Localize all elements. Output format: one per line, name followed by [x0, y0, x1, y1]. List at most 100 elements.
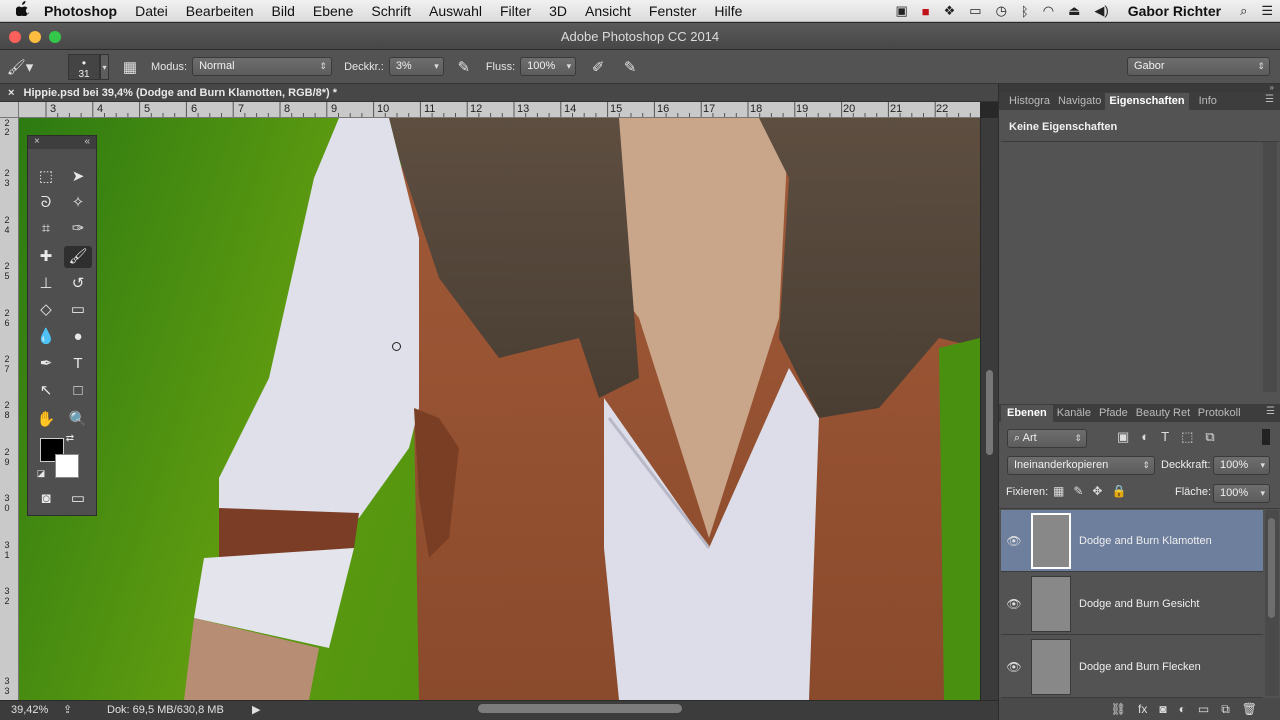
- scrollbar-thumb[interactable]: [986, 370, 993, 455]
- visibility-eye-icon[interactable]: 👁: [1001, 660, 1027, 674]
- wifi-icon[interactable]: ◠: [1036, 3, 1061, 19]
- healing-brush-tool-icon[interactable]: ✚: [32, 246, 60, 268]
- vertical-ruler[interactable]: 2 2 2 3 2 4 2 5 2 6 2 7 2 8 2 9 3 0 3 1 …: [0, 118, 19, 700]
- close-document-icon[interactable]: ×: [8, 87, 14, 99]
- marquee-tool-icon[interactable]: ⬚: [32, 166, 60, 188]
- quick-mask-icon[interactable]: ◙: [32, 488, 60, 510]
- lock-position-icon[interactable]: ✥: [1092, 484, 1102, 498]
- eject-icon[interactable]: ⏏: [1061, 3, 1087, 19]
- layer-row[interactable]: 👁 Dodge and Burn Klamotten: [1001, 510, 1263, 572]
- quick-selection-tool-icon[interactable]: ✧: [64, 192, 92, 214]
- menu-schrift[interactable]: Schrift: [362, 3, 420, 19]
- filter-shape-icon[interactable]: ⬚: [1181, 429, 1193, 445]
- airplay-icon[interactable]: ▭: [962, 3, 988, 19]
- panel-menu-icon[interactable]: ☰: [1265, 94, 1274, 105]
- lock-all-icon[interactable]: 🔒: [1111, 484, 1126, 498]
- tab-paths[interactable]: Pfade: [1095, 405, 1132, 422]
- path-selection-tool-icon[interactable]: ↖: [32, 380, 60, 402]
- airbrush-icon[interactable]: ✐: [582, 58, 614, 76]
- share-icon[interactable]: ⇪: [63, 701, 72, 719]
- link-layers-icon[interactable]: ⛓: [1111, 702, 1126, 716]
- tab-layers[interactable]: Ebenen: [1001, 405, 1053, 422]
- dodge-tool-icon[interactable]: ●: [64, 326, 92, 348]
- new-adjustment-layer-icon[interactable]: ◐: [1179, 702, 1186, 716]
- dock-collapse-icon[interactable]: »: [999, 84, 1280, 92]
- document-canvas[interactable]: [19, 118, 980, 700]
- eraser-tool-icon[interactable]: ◇: [32, 299, 60, 321]
- screen-icon[interactable]: ▣: [888, 3, 914, 19]
- mode-select[interactable]: Normal ⇕: [192, 57, 333, 76]
- type-tool-icon[interactable]: T: [64, 353, 92, 375]
- gradient-tool-icon[interactable]: ▭: [64, 299, 92, 321]
- spotlight-search-icon[interactable]: ⌕: [1233, 3, 1254, 19]
- menu-bild[interactable]: Bild: [263, 3, 304, 19]
- crop-tool-icon[interactable]: ⌗: [32, 218, 60, 240]
- brush-panel-icon[interactable]: ▦: [115, 58, 145, 76]
- canvas-horizontal-scrollbar-thumb[interactable]: [478, 704, 682, 713]
- brush-size-dropdown[interactable]: ▾: [100, 53, 109, 80]
- zoom-tool-icon[interactable]: 🔍: [64, 409, 92, 431]
- pen-tool-icon[interactable]: ✒: [32, 353, 60, 375]
- filter-toggle[interactable]: [1262, 429, 1270, 445]
- filter-smartobject-icon[interactable]: ⧉: [1205, 429, 1214, 445]
- layer-style-icon[interactable]: fx: [1138, 702, 1147, 716]
- layer-filter-select[interactable]: ⌕ Art ⇕: [1007, 429, 1087, 448]
- lasso-tool-icon[interactable]: ᘐ: [32, 192, 60, 214]
- layer-row[interactable]: 👁 Dodge and Burn Gesicht: [1001, 573, 1263, 635]
- tab-beauty-retouch[interactable]: Beauty Ret: [1132, 405, 1194, 422]
- history-brush-tool-icon[interactable]: ↺: [64, 273, 92, 295]
- tab-channels[interactable]: Kanäle: [1053, 405, 1095, 422]
- zoom-window-button[interactable]: [49, 31, 61, 43]
- new-group-icon[interactable]: ▭: [1198, 702, 1209, 716]
- menu-auswahl[interactable]: Auswahl: [420, 3, 491, 19]
- tab-properties[interactable]: Eigenschaften: [1105, 93, 1189, 110]
- layer-name[interactable]: Dodge and Burn Klamotten: [1079, 535, 1212, 547]
- hand-tool-icon[interactable]: ✋: [32, 409, 60, 431]
- clone-stamp-tool-icon[interactable]: ⊥: [32, 273, 60, 295]
- brush-size-picker[interactable]: • 31: [68, 53, 100, 80]
- status-menu-arrow-icon[interactable]: ▶: [252, 701, 260, 719]
- flow-input[interactable]: 100% ▾: [520, 57, 577, 76]
- layers-scrollbar[interactable]: [1265, 510, 1279, 696]
- layers-panel-menu-icon[interactable]: ☰: [1266, 406, 1275, 417]
- layer-name[interactable]: Dodge and Burn Gesicht: [1079, 598, 1199, 610]
- screen-mode-icon[interactable]: ▭: [64, 488, 92, 510]
- properties-scrollbar[interactable]: [1263, 142, 1277, 392]
- ruler-corner[interactable]: [0, 102, 19, 118]
- brush-tool-icon[interactable]: 🖌: [64, 246, 92, 268]
- notification-list-icon[interactable]: ☰: [1254, 3, 1280, 19]
- dropbox-icon[interactable]: ❖: [937, 3, 963, 19]
- workspace-select[interactable]: Gabor ⇕: [1127, 57, 1270, 76]
- opacity-input[interactable]: 3% ▾: [388, 57, 444, 76]
- blend-mode-select[interactable]: Ineinanderkopieren ⇕: [1007, 456, 1155, 475]
- close-window-button[interactable]: [9, 31, 21, 43]
- user-name[interactable]: Gabor Richter: [1116, 3, 1233, 19]
- zoom-level[interactable]: 39,42%: [11, 701, 48, 719]
- delete-layer-icon[interactable]: 🗑: [1242, 702, 1257, 716]
- new-layer-icon[interactable]: ⧉: [1221, 702, 1230, 717]
- fill-input[interactable]: 100% ▾: [1213, 484, 1270, 503]
- menu-bearbeiten[interactable]: Bearbeiten: [177, 3, 263, 19]
- pressure-opacity-icon[interactable]: ✎: [448, 58, 480, 76]
- visibility-eye-icon[interactable]: 👁: [1001, 597, 1027, 611]
- menu-fenster[interactable]: Fenster: [640, 3, 705, 19]
- pressure-size-icon[interactable]: ✎: [614, 58, 646, 76]
- menu-3d[interactable]: 3D: [540, 3, 576, 19]
- default-colors-icon[interactable]: ◪: [34, 466, 48, 480]
- lock-transparency-icon[interactable]: ▦: [1053, 484, 1064, 498]
- canvas-vertical-scrollbar[interactable]: [981, 118, 998, 700]
- collapse-tools-icon[interactable]: «: [84, 136, 90, 149]
- timemachine-icon[interactable]: ◷: [989, 3, 1014, 19]
- volume-icon[interactable]: ◀): [1087, 3, 1115, 19]
- tab-navigator[interactable]: Navigato: [1054, 93, 1105, 110]
- document-tab[interactable]: × Hippie.psd bei 39,4% (Dodge and Burn K…: [0, 84, 998, 102]
- close-tools-icon[interactable]: ×: [34, 136, 40, 149]
- move-tool-icon[interactable]: ➤: [64, 166, 92, 188]
- app-red-icon[interactable]: ■: [915, 4, 937, 19]
- apple-icon[interactable]: [0, 1, 44, 20]
- horizontal-ruler[interactable]: 3 4 5 6 7 8 9 10 11 12 13 14 15 16 17 18…: [19, 102, 980, 118]
- menu-ansicht[interactable]: Ansicht: [576, 3, 640, 19]
- layer-name[interactable]: Dodge and Burn Flecken: [1079, 661, 1201, 673]
- menu-datei[interactable]: Datei: [126, 3, 177, 19]
- tab-info[interactable]: Info: [1195, 93, 1221, 110]
